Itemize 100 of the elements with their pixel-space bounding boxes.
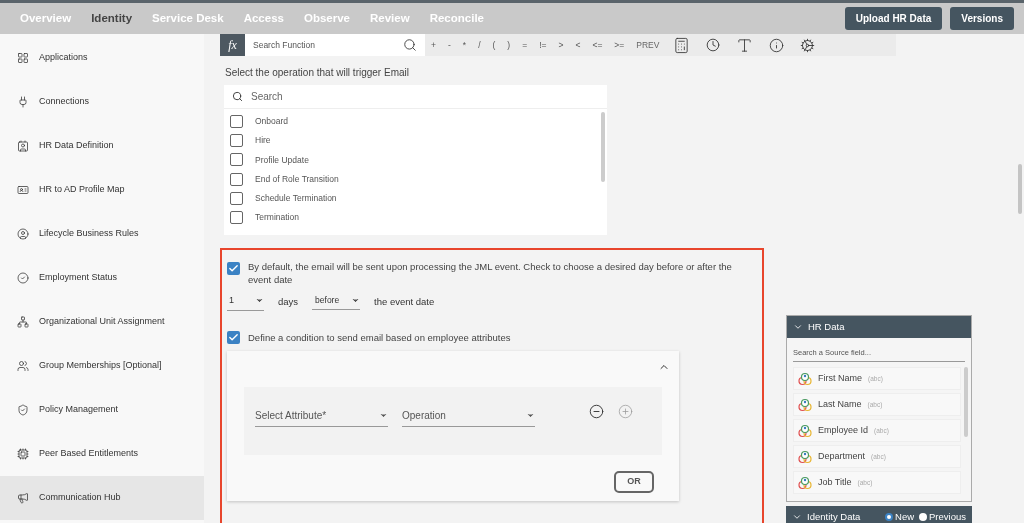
sidebar-item[interactable]: Peer Based Entitlements <box>0 432 204 476</box>
operation-label: Schedule Termination <box>255 191 337 205</box>
checkbox[interactable] <box>230 134 243 148</box>
radio-button[interactable] <box>885 513 893 521</box>
operator-button[interactable]: - <box>441 38 457 52</box>
search-icon <box>403 38 417 52</box>
operator-button[interactable]: <= <box>586 38 609 52</box>
direction-dropdown[interactable]: before <box>312 294 361 311</box>
versions-button[interactable]: Versions <box>950 7 1014 30</box>
days-label: days <box>278 295 299 310</box>
radio-label: Previous <box>929 509 966 523</box>
operation-search-field[interactable]: Search <box>251 85 599 108</box>
sidebar-item[interactable]: HR Data Definition <box>0 124 204 168</box>
sidebar-item[interactable]: Applications <box>0 36 204 80</box>
sidebar-label: Policy Management <box>39 403 119 417</box>
sidebar-icon <box>17 184 29 196</box>
sidebar-icon <box>17 404 29 416</box>
identity-data-header[interactable]: Identity Data New Previous <box>786 506 972 523</box>
sidebar-label: Connections <box>39 95 90 109</box>
field-name: Last Name <box>818 397 862 411</box>
event-date-label: the event date <box>374 295 435 310</box>
operator-button[interactable]: >= <box>608 38 631 52</box>
info-icon[interactable] <box>769 37 785 53</box>
sidebar-item[interactable]: Communication Hub <box>0 476 204 520</box>
radio-label: New <box>895 509 915 523</box>
sidebar-icon <box>17 228 29 240</box>
sidebar-icon <box>17 140 29 152</box>
panel-header[interactable]: HR Data <box>787 316 971 338</box>
sidebar-icon <box>17 448 29 460</box>
operator-button[interactable]: > <box>552 38 570 52</box>
sidebar-icon <box>17 360 29 372</box>
operation-dropdown[interactable]: Operation <box>402 407 535 427</box>
sidebar-item[interactable]: Organizational Unit Assignment <box>0 300 204 344</box>
sidebar-label: Group Memberships [Optional] <box>39 359 162 373</box>
sidebar-label: Organizational Unit Assignment <box>39 315 165 329</box>
user-circles-icon <box>798 371 812 386</box>
prev-button[interactable]: PREV <box>630 38 666 52</box>
function-search-box[interactable]: Search Function <box>245 34 425 56</box>
user-circles-icon <box>798 475 812 490</box>
condition-description: Define a condition to send email based on employee attributes <box>248 330 511 345</box>
clock-icon[interactable] <box>706 38 721 52</box>
checkbox[interactable] <box>230 191 243 205</box>
field-name: Employee Id <box>818 423 869 437</box>
operator-button[interactable]: = <box>516 38 534 52</box>
sidebar-label: HR Data Definition <box>39 139 114 153</box>
sidebar-icon <box>17 492 29 504</box>
radio-button[interactable] <box>919 513 928 521</box>
operator-button[interactable]: != <box>533 38 553 52</box>
sidebar-item[interactable]: HR to AD Profile Map <box>0 168 204 212</box>
operation-label: Onboard <box>255 115 289 128</box>
sidebar-item[interactable]: Lifecycle Business Rules <box>0 212 204 256</box>
user-circles-icon <box>798 449 812 464</box>
sidebar-label: Employment Status <box>39 271 118 285</box>
sidebar-item[interactable]: Connections <box>0 80 204 124</box>
operator-button[interactable]: ) <box>501 38 517 52</box>
sidebar-label: Lifecycle Business Rules <box>39 227 139 241</box>
scrollbar <box>964 367 968 437</box>
user-circles-icon <box>798 423 812 438</box>
checkbox[interactable] <box>230 153 243 167</box>
operator-button[interactable]: ( <box>486 38 502 52</box>
or-button[interactable]: OR <box>614 470 654 493</box>
checkbox[interactable] <box>227 262 240 275</box>
field-name: Department <box>818 449 866 463</box>
search-icon <box>232 91 243 102</box>
gear-icon[interactable] <box>800 37 816 53</box>
checkbox[interactable] <box>227 331 240 345</box>
operator-button[interactable]: * <box>456 38 473 52</box>
trigger-prompt: Select the operation that will trigger Email <box>225 66 410 80</box>
operation-label: Termination <box>255 211 299 224</box>
operator-button[interactable]: / <box>472 38 487 52</box>
sidebar-label: Communication Hub <box>39 491 121 505</box>
checkbox[interactable] <box>230 172 243 186</box>
checkbox[interactable] <box>230 115 243 129</box>
function-search-field[interactable]: Search Function <box>253 34 403 56</box>
attribute-dropdown[interactable]: Select Attribute* <box>255 407 388 427</box>
days-dropdown[interactable]: 1 <box>227 294 264 311</box>
sidebar-item[interactable]: Policy Management <box>0 388 204 432</box>
nav-tab[interactable]: Identity <box>81 9 143 28</box>
upload-button[interactable]: Upload HR Data <box>844 7 943 30</box>
letter-icon[interactable] <box>736 36 754 54</box>
operation-label: End of Role Transition <box>255 172 339 186</box>
calculator-icon[interactable] <box>673 36 691 54</box>
field-name: First Name <box>818 371 862 385</box>
sidebar-icon <box>17 96 29 108</box>
page-scrollbar <box>1018 164 1022 214</box>
sidebar-icon <box>17 272 29 284</box>
field-name: Job Title <box>818 475 852 489</box>
sidebar-item[interactable]: Employment Status <box>0 256 204 300</box>
operator-button[interactable]: < <box>569 38 587 52</box>
fx-button[interactable]: fx <box>220 34 245 56</box>
operator-button[interactable]: + <box>425 38 442 52</box>
schedule-description: By default, the email will be sent upon processing the JML event. Check to choose a desired day before or after the event date <box>248 260 733 286</box>
checkbox[interactable] <box>230 211 243 225</box>
user-circles-icon <box>798 397 812 412</box>
sidebar-item[interactable]: Group Memberships [Optional] <box>0 344 204 388</box>
sidebar-label: Peer Based Entitlements <box>39 447 139 461</box>
sidebar-icon <box>17 52 29 64</box>
operation-label: Hire <box>255 134 271 148</box>
remove-icon[interactable] <box>589 403 604 419</box>
operation-label: Profile Update <box>255 153 309 167</box>
